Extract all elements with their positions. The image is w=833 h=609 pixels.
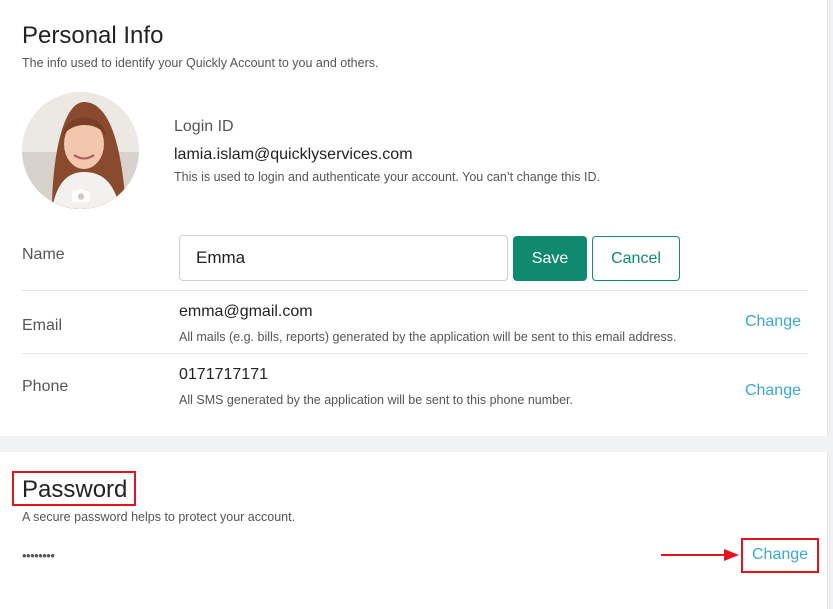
arrow-right-icon [661,549,739,561]
password-title: Password [22,476,128,503]
phone-label: Phone [22,378,69,395]
login-id-value: lamia.islam@quicklyservices.com [174,146,413,163]
cancel-button[interactable]: Cancel [592,236,680,281]
email-change-link[interactable]: Change [745,313,801,331]
phone-help: All SMS generated by the application wil… [179,393,573,407]
name-input[interactable] [179,235,508,281]
password-change-link[interactable]: Change [752,546,808,564]
name-label: Name [22,246,65,263]
camera-icon[interactable] [71,188,91,203]
personal-info-title: Personal Info [22,22,164,49]
login-id-help: This is used to login and authenticate y… [174,170,600,184]
personal-info-subtitle: The info used to identify your Quickly A… [22,56,379,70]
login-id-label: Login ID [174,118,234,135]
email-value: emma@gmail.com [179,303,313,320]
personal-info-card: Personal Info The info used to identify … [0,0,828,436]
phone-change-link[interactable]: Change [745,382,801,400]
password-masked-value: •••••••• [22,548,55,563]
password-subtitle: A secure password helps to protect your … [22,510,296,524]
phone-value: 0171717171 [179,366,268,383]
save-button[interactable]: Save [513,236,587,281]
divider [22,353,808,354]
email-label: Email [22,317,63,334]
divider [22,290,808,291]
email-help: All mails (e.g. bills, reports) generate… [179,330,677,344]
